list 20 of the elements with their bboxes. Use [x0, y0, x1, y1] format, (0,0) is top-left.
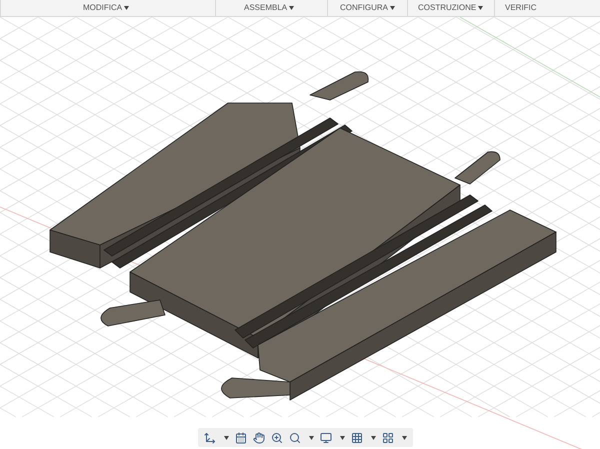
menu-button[interactable]: CONFIGURA [340, 2, 395, 14]
caret-icon [402, 436, 407, 440]
caret-icon [289, 6, 294, 10]
caret-icon [340, 436, 345, 440]
caret-icon [390, 6, 395, 10]
menu-button[interactable]: MODIFICA [83, 2, 130, 14]
caret-icon [124, 6, 130, 10]
menu-button[interactable]: COSTRUZIONE [418, 2, 484, 14]
layout-icon[interactable] [382, 432, 394, 444]
zoom-window-icon[interactable] [289, 432, 301, 444]
display-icon[interactable] [320, 432, 332, 444]
caret-icon [478, 6, 484, 10]
pan-icon[interactable] [253, 432, 265, 444]
caret-icon [224, 436, 229, 440]
menu-button[interactable]: ASSEMBLA [244, 2, 294, 14]
menu-button[interactable]: VERIFIC [505, 2, 537, 14]
zoom-icon[interactable] [271, 432, 283, 444]
caret-icon [309, 436, 314, 440]
grid-icon[interactable] [351, 432, 363, 444]
caret-icon [371, 436, 376, 440]
